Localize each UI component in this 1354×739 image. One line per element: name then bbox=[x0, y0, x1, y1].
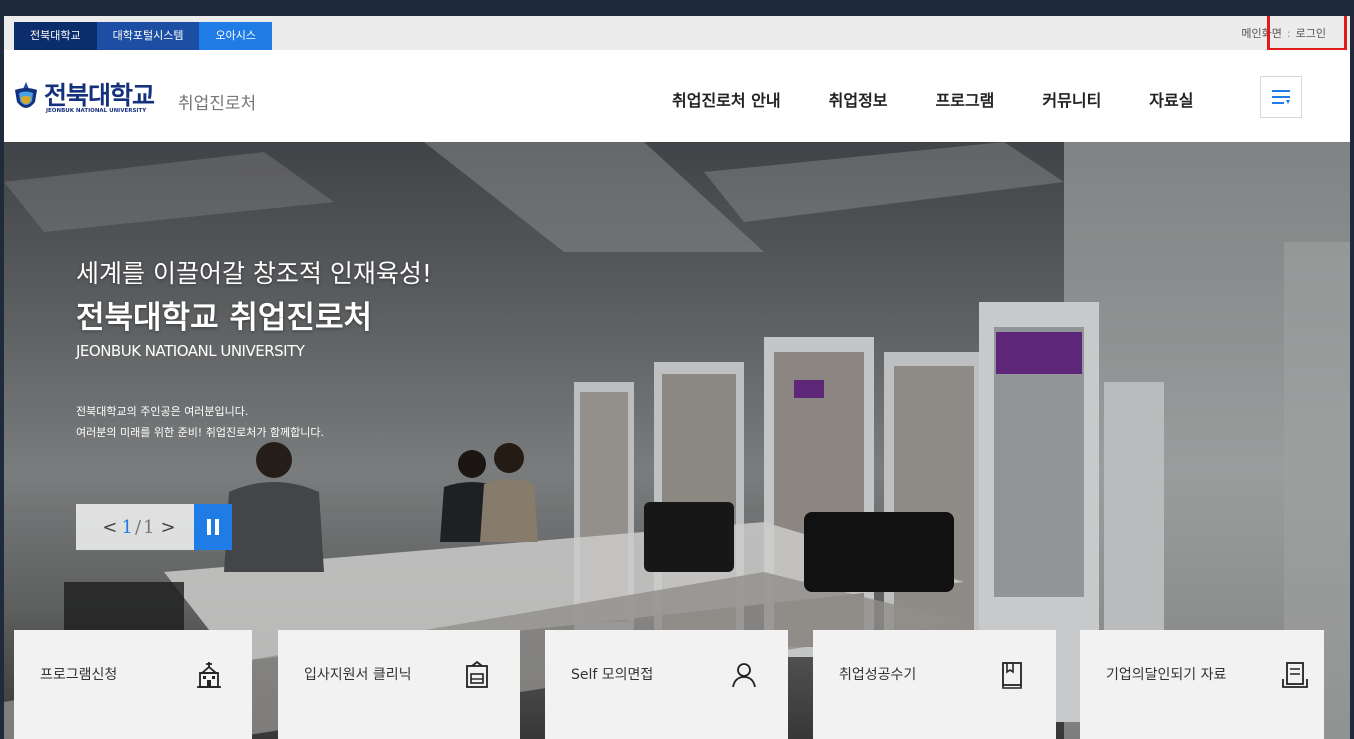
login-highlight-box bbox=[1267, 16, 1347, 51]
quick-link-resume-clinic[interactable]: 입사지원서 클리닉 bbox=[278, 630, 520, 739]
tab-jbnu[interactable]: 전북대학교 bbox=[14, 22, 97, 50]
logo-english-text: JEONBUK NATIONAL UNIVERSITY bbox=[46, 108, 147, 114]
total-slide-number: 1 bbox=[143, 516, 155, 538]
nav-resources[interactable]: 자료실 bbox=[1149, 87, 1193, 111]
hero-title: 전북대학교 취업진로처 bbox=[76, 300, 372, 336]
pause-icon bbox=[207, 519, 211, 535]
quick-link-program-application[interactable]: 프로그램신청 bbox=[14, 630, 252, 739]
pause-icon-bar bbox=[215, 519, 219, 535]
pause-slide-button[interactable] bbox=[194, 504, 232, 550]
nav-program[interactable]: 프로그램 bbox=[936, 87, 995, 111]
hero-headline: 세계를 이끌어갈 창조적 인재육성! bbox=[76, 259, 432, 288]
hero-description-line2: 여러분의 미래를 위한 준비! 취업진로처가 함께합니다. bbox=[76, 426, 325, 439]
quick-link-success-stories[interactable]: 취업성공수기 bbox=[813, 630, 1056, 739]
tab-portal-system[interactable]: 대학포털시스템 bbox=[96, 22, 200, 50]
quick-link-self-interview[interactable]: Self 모의면접 bbox=[545, 630, 788, 739]
site-header: 전북대학교 JEONBUK NATIONAL UNIVERSITY 취업진로처 … bbox=[4, 50, 1350, 142]
current-slide-number: 1 bbox=[121, 516, 133, 538]
book-icon bbox=[1002, 662, 1022, 689]
quick-link-label: 프로그램신청 bbox=[40, 667, 118, 683]
hero-description-line1: 전북대학교의 주인공은 여러분입니다. bbox=[76, 405, 249, 418]
person-icon bbox=[732, 663, 756, 688]
nav-community[interactable]: 커뮤니티 bbox=[1042, 87, 1101, 111]
university-emblem-icon[interactable] bbox=[12, 80, 40, 116]
browser-frame: 전북대학교 대학포털시스템 오아시스 메인화면 : 로그인 전북대학교 JEON… bbox=[4, 16, 1350, 739]
building-icon bbox=[197, 662, 221, 688]
nav-about[interactable]: 취업진로처 안내 bbox=[672, 87, 781, 111]
tab-oasis[interactable]: 오아시스 bbox=[199, 22, 272, 50]
prev-slide-button[interactable]: < bbox=[102, 517, 117, 538]
clipboard-icon bbox=[466, 660, 488, 688]
quick-link-label: Self 모의면접 bbox=[571, 667, 654, 683]
hamburger-menu-button[interactable] bbox=[1260, 76, 1302, 118]
site-name[interactable]: 취업진로처 bbox=[178, 89, 256, 114]
pager-divider: / bbox=[134, 516, 142, 538]
slide-pager: < 1 / 1 > bbox=[76, 504, 202, 550]
quick-link-label: 기업의달인되기 자료 bbox=[1106, 667, 1227, 683]
logo-korean-text[interactable]: 전북대학교 bbox=[44, 76, 155, 112]
top-utility-bar: 전북대학교 대학포털시스템 오아시스 메인화면 : 로그인 bbox=[4, 16, 1350, 51]
hamburger-icon bbox=[1272, 90, 1290, 104]
hero-english-title: JEONBUK NATIOANL UNIVERSITY bbox=[76, 342, 305, 360]
quick-link-label: 입사지원서 클리닉 bbox=[304, 667, 412, 683]
main-navigation: 취업진로처 안내 취업정보 프로그램 커뮤니티 자료실 bbox=[672, 87, 1241, 111]
nav-job-info[interactable]: 취업정보 bbox=[829, 87, 888, 111]
site-tabs: 전북대학교 대학포털시스템 오아시스 bbox=[14, 22, 272, 50]
next-slide-button[interactable]: > bbox=[160, 517, 175, 538]
document-icon bbox=[1282, 662, 1308, 688]
quick-link-company-master-resources[interactable]: 기업의달인되기 자료 bbox=[1080, 630, 1324, 739]
quick-link-label: 취업성공수기 bbox=[839, 667, 917, 683]
